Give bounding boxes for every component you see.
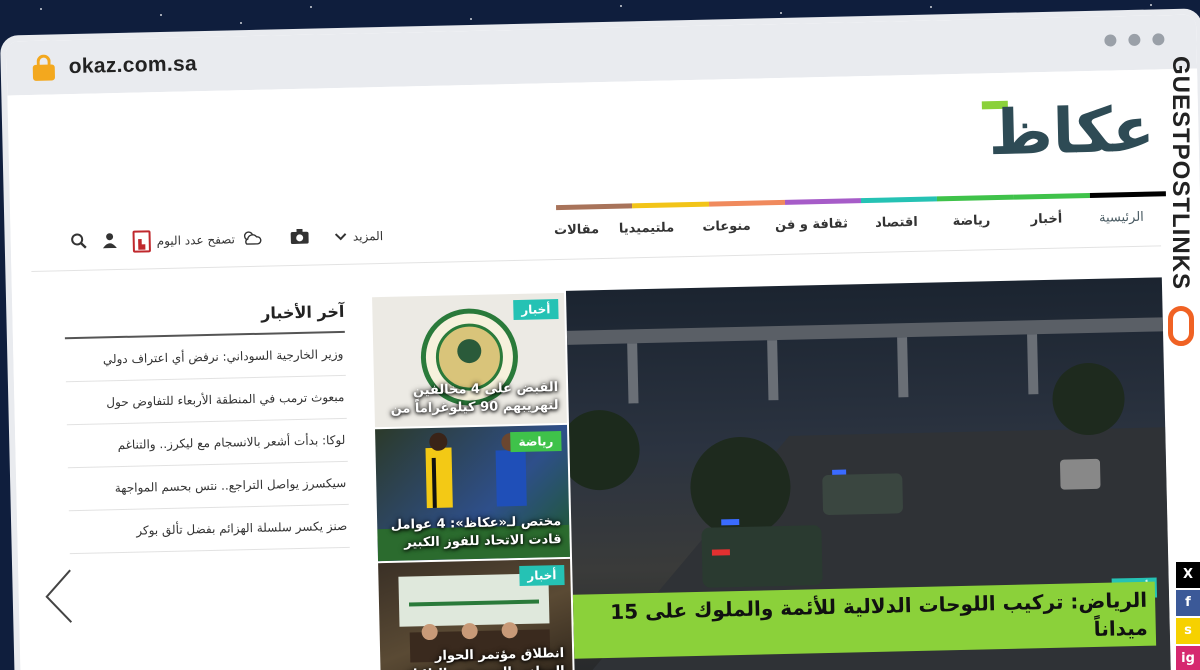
- story-badge[interactable]: رياضة: [510, 431, 562, 453]
- story-badge[interactable]: أخبار: [513, 299, 559, 321]
- nav-item[interactable]: الرئيسية: [1086, 197, 1157, 238]
- dot-icon[interactable]: [1104, 34, 1117, 47]
- latest-news-item[interactable]: سيكسرز يواصل التراجع.. نتس بحسم المواجهة: [67, 461, 349, 512]
- social-icon[interactable]: ig: [1176, 646, 1200, 670]
- camera-icon[interactable]: [290, 228, 309, 247]
- window-controls: [1104, 33, 1165, 47]
- social-icon[interactable]: X: [1176, 562, 1200, 588]
- url-text[interactable]: okaz.com.sa: [68, 52, 197, 79]
- social-icon[interactable]: s: [1176, 618, 1200, 644]
- nav-item[interactable]: رياضة: [936, 201, 1007, 242]
- watermark-logo-icon: [1168, 306, 1194, 346]
- watermark-text: GUESTPOSTLINKS: [1167, 56, 1194, 291]
- social-links: Xf s ig: [1176, 562, 1200, 670]
- watermark-brand: GUESTPOSTLINKS: [1160, 56, 1200, 356]
- epaper-button[interactable]: ▙ تصفح عدد اليوم: [132, 228, 263, 253]
- story-headline[interactable]: انطلاق مؤتمر الحوار الوطني السوري.. الثل…: [388, 645, 565, 670]
- more-label: المزيد: [352, 228, 384, 244]
- nav-item[interactable]: ثقافة و فن: [766, 204, 857, 245]
- dot-icon[interactable]: [1128, 33, 1141, 47]
- latest-news-item[interactable]: صنز يكسر سلسلة الهزائم بفضل تألق بوكر: [68, 504, 350, 555]
- story-tile[interactable]: أخبار انطلاق مؤتمر الحوار الوطني السوري.…: [378, 558, 573, 670]
- nav-item[interactable]: اقتصاد: [856, 202, 937, 243]
- latest-news-item[interactable]: لوكا: بدأت أشعر بالانسجام مع ليكرز.. وال…: [66, 418, 348, 469]
- story-headline[interactable]: القبض على 4 مخالفين لتهريبهم 90 كيلوغرام…: [382, 379, 559, 419]
- dot-icon[interactable]: [1152, 33, 1165, 46]
- website: عكاظ الرئيسية أخبار رياضة اقتصاد ثقافة و فن م…: [7, 68, 1200, 670]
- more-menu[interactable]: المزيد: [335, 229, 383, 244]
- social-icon[interactable]: f: [1176, 590, 1200, 616]
- nav-item[interactable]: منوعات: [686, 206, 767, 247]
- nav-item[interactable]: أخبار: [1006, 199, 1087, 240]
- epaper-label: تصفح عدد اليوم: [156, 232, 236, 249]
- latest-news-panel: آخر الأخبار وزير الخارجية السوداني: نرفض…: [64, 301, 350, 555]
- story-tile[interactable]: رياضة مختص لـ«عكاظ»: 4 عوامل قادت الاتحا…: [375, 424, 570, 562]
- lock-icon: [32, 54, 56, 81]
- site-logo[interactable]: عكاظ: [964, 92, 1156, 170]
- featured-story[interactable]: أخبار الرياض: تركيب اللوحات الدلالية للأ…: [565, 277, 1171, 670]
- story-headline[interactable]: مختص لـ«عكاظ»: 4 عوامل قادت الاتحاد للفو…: [385, 513, 562, 553]
- pdf-icon: ▙: [132, 230, 151, 253]
- latest-news-item[interactable]: مبعوث ترمب في المنطقة الأربعاء للتفاوض ح…: [65, 375, 347, 426]
- user-icon[interactable]: [102, 232, 117, 252]
- story-tile[interactable]: أخبار القبض على 4 مخالفين لتهريبهم 90 كي…: [372, 292, 567, 428]
- search-icon[interactable]: [71, 233, 87, 253]
- nav-item[interactable]: مقالات: [546, 210, 607, 250]
- featured-headline[interactable]: الرياض: تركيب اللوحات الدلالية للأئمة وا…: [572, 581, 1157, 659]
- latest-news-list: وزير الخارجية السوداني: نرفض أي اعتراف د…: [64, 332, 350, 555]
- logo-text: عكاظ: [987, 92, 1156, 170]
- chevron-down-icon: [335, 230, 347, 244]
- weather-icon: [241, 229, 263, 248]
- prev-arrow-icon[interactable]: [40, 566, 81, 627]
- story-badge[interactable]: أخبار: [519, 564, 565, 586]
- nav-item[interactable]: ملتيميديا: [606, 208, 687, 249]
- browser-window: okaz.com.sa عكاظ الرئيسية أخبار رياضة اقتصا…: [6, 14, 1200, 670]
- latest-news-item[interactable]: وزير الخارجية السوداني: نرفض أي اعتراف د…: [64, 332, 346, 383]
- toolbar: ▙ تصفح عدد اليوم المزيد: [70, 225, 383, 254]
